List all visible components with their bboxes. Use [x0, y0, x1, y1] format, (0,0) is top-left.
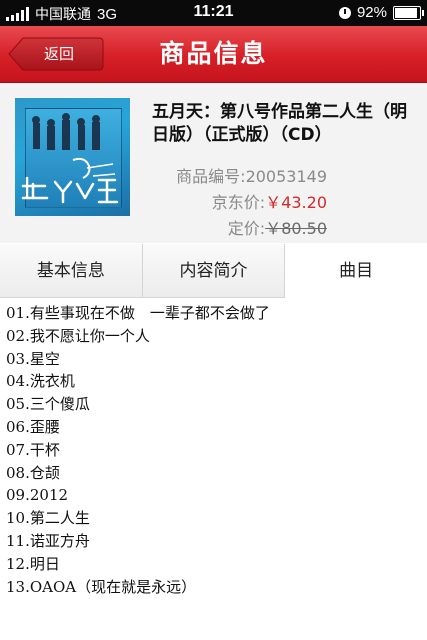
rotation-lock-icon — [338, 6, 351, 19]
page-title: 商品信息 — [159, 39, 268, 68]
tab-tracklist[interactable]: 曲目 — [285, 244, 427, 298]
jd-price: 京东价:￥43.20 — [212, 189, 327, 213]
cover-art-icon — [21, 113, 119, 204]
tab-content-summary[interactable]: 内容简介 — [142, 244, 286, 298]
list-item: 01.有些事现在不做 一辈子都不会做了 — [6, 304, 270, 322]
status-bar: 中国联通 3G 11:21 92% — [0, 0, 427, 26]
list-item: 08.仓颉 — [6, 463, 60, 482]
list-price-label: 定价: — [227, 219, 266, 238]
detail-tabs: 基本信息 内容简介 曲目 — [0, 244, 427, 298]
list-item: 05.三个傻瓜 — [6, 395, 90, 414]
list-item: 06.歪腰 — [6, 417, 60, 436]
nav-bar: 返回 商品信息 — [0, 26, 427, 83]
battery-percent: 92% — [356, 4, 387, 21]
album-cover-image[interactable] — [15, 98, 130, 216]
list-price-value: ￥80.50 — [265, 219, 327, 238]
list-item: 03.星空 — [6, 349, 60, 368]
list-item: 10.第二人生 — [6, 509, 90, 528]
list-item: 12.明日 — [6, 554, 60, 573]
sku-label: 商品编号: — [176, 167, 246, 186]
product-title: 五月天：第八号作品第二人生（明日版）（正式版）（CD） — [152, 102, 407, 145]
product-summary: 五月天：第八号作品第二人生（明日版）（正式版）（CD） 商品编号:2005314… — [0, 83, 427, 243]
status-right: 92% — [338, 4, 424, 21]
track-list: 01.有些事现在不做 一辈子都不会做了 02.我不愿让你一个人 03.星空 04… — [6, 302, 421, 598]
product-sku: 商品编号:20053149 — [176, 163, 327, 187]
tab-basic-info[interactable]: 基本信息 — [0, 244, 143, 298]
jd-price-value: ￥43.20 — [265, 193, 327, 212]
jd-price-label: 京东价: — [211, 193, 266, 212]
list-item: 07.干杯 — [6, 440, 60, 459]
list-price: 定价:￥80.50 — [228, 215, 327, 239]
list-item: 04.洗衣机 — [6, 372, 75, 391]
sku-value: 20053149 — [245, 167, 327, 186]
list-item: 11.诺亚方舟 — [6, 531, 90, 550]
list-item: 09.2012 — [6, 486, 69, 505]
battery-icon — [393, 5, 424, 20]
list-item: 02.我不愿让你一个人 — [6, 326, 150, 345]
list-item: 13.OAOA（现在就是永远） — [6, 577, 197, 596]
